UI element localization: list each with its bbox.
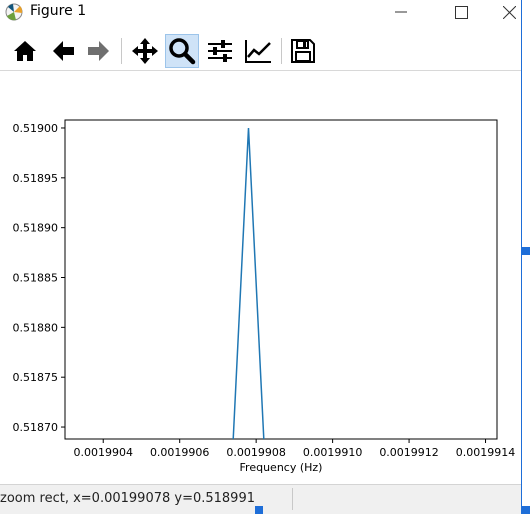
forward-button[interactable] [82, 34, 116, 68]
matplotlib-app-icon [4, 2, 24, 22]
maximize-icon [454, 5, 468, 19]
resize-handle-bottom[interactable] [255, 506, 263, 514]
x-axis-ticks: 0.0019904 0.0019906 0.0019908 0.0019910 0.00… [73, 439, 515, 459]
home-button[interactable] [8, 34, 42, 68]
close-button[interactable] [498, 0, 521, 24]
sliders-icon [208, 40, 232, 62]
x-tick-label: 0.0019904 [73, 446, 133, 459]
window-title: Figure 1 [30, 3, 87, 19]
maximize-button[interactable] [438, 0, 484, 24]
minimize-icon [395, 11, 407, 13]
resize-handle-right[interactable] [522, 247, 530, 255]
title-bar[interactable]: Figure 1 [0, 0, 521, 24]
figure-canvas[interactable]: 0.0019904 0.0019906 0.0019908 0.0019910 0.00… [0, 71, 521, 484]
home-icon [14, 41, 36, 61]
back-button[interactable] [46, 34, 80, 68]
status-separator [292, 488, 293, 510]
y-tick-label: 0.51870 [13, 421, 59, 434]
zoom-button[interactable] [165, 34, 199, 68]
floppy-icon [291, 39, 315, 63]
cursor-coordinates: zoom rect, x=0.00199078 y=0.518991 [0, 491, 255, 506]
y-tick-label: 0.51895 [13, 172, 59, 185]
x-tick-label: 0.0019914 [456, 446, 516, 459]
line-chart-icon [245, 40, 271, 63]
resize-handle-corner[interactable] [522, 506, 530, 514]
navigation-toolbar [0, 32, 521, 70]
y-tick-label: 0.51885 [13, 272, 59, 285]
y-tick-label: 0.51880 [13, 321, 59, 334]
magnifier-icon [169, 38, 196, 65]
x-tick-label: 0.0019906 [150, 446, 210, 459]
x-tick-label: 0.0019910 [303, 446, 363, 459]
minimize-button[interactable] [378, 0, 424, 24]
close-icon [503, 5, 516, 19]
x-axis-label: Frequency (Hz) [240, 461, 323, 474]
edit-parameters-button[interactable] [241, 34, 275, 68]
y-axis-ticks: 0.51870 0.51875 0.51880 0.51885 0.51890 0.518… [13, 122, 65, 434]
toolbar-separator [281, 38, 282, 64]
y-tick-label: 0.51900 [13, 122, 59, 135]
line-chart[interactable]: 0.0019904 0.0019906 0.0019908 0.0019910 0.00… [0, 71, 521, 484]
x-tick-label: 0.0019908 [226, 446, 286, 459]
arrow-right-icon [88, 41, 109, 61]
data-series-line [232, 127, 265, 440]
x-tick-label: 0.0019912 [379, 446, 439, 459]
toolbar-separator [121, 38, 122, 64]
save-button[interactable] [286, 34, 320, 68]
move-icon [132, 38, 158, 64]
subplots-button[interactable] [203, 34, 237, 68]
y-tick-label: 0.51890 [13, 222, 59, 235]
plot-lines [232, 127, 265, 440]
axes-frame [64, 119, 498, 440]
y-tick-label: 0.51875 [13, 371, 59, 384]
pan-button[interactable] [128, 34, 162, 68]
arrow-left-icon [53, 41, 74, 61]
figure-window: Figure 1 0.0019904 0.0019906 0.0019908 0… [0, 0, 522, 514]
